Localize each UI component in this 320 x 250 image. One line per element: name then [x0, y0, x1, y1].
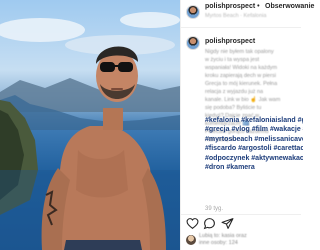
- share-icon[interactable]: [221, 217, 234, 230]
- separator-dot: •: [257, 3, 260, 10]
- heart-icon[interactable]: [186, 217, 199, 230]
- caption-line: kanale. Link w bio ☝ Jak wam: [205, 97, 281, 103]
- caption-line: Grecja to mój kierunek. Pełna: [205, 81, 278, 87]
- following-button[interactable]: Obserwowanie: [265, 3, 314, 10]
- photo-illustration: [0, 12, 180, 250]
- hashtag-line[interactable]: #fiscardo #argostoli #carettacaretta: [205, 144, 303, 153]
- post-side-panel: polishprospect • Obserwowanie Myrtos Bea…: [180, 0, 314, 250]
- caption-line: Nigdy nie byłem tak opalony: [205, 49, 274, 55]
- caption-line: wspaniała! Widoki na każdym: [205, 65, 278, 71]
- location-link[interactable]: Myrtos Beach · Kefalonia: [205, 13, 266, 19]
- hashtag-line[interactable]: #grecja #vlog #film #wakacje #w: [205, 125, 303, 134]
- caption-username[interactable]: polishprospect: [205, 38, 255, 45]
- caption-line: się podoba? Byliście tu: [205, 105, 262, 111]
- post-photo[interactable]: [0, 0, 180, 250]
- likes-line-2: inne osoby: 124: [199, 240, 238, 246]
- hashtag-line[interactable]: #dron #kamera: [205, 163, 303, 172]
- likes-avatar[interactable]: [186, 235, 196, 245]
- post-timestamp[interactable]: 39 tyg.: [205, 206, 223, 212]
- comment-icon[interactable]: [203, 217, 216, 230]
- caption-avatar[interactable]: [186, 36, 200, 50]
- avatar[interactable]: [186, 5, 200, 19]
- likes-line-1: Lubią to: kasia oraz: [199, 233, 247, 239]
- likes-summary[interactable]: Lubią to: kasia oraz inne osoby: 124: [199, 233, 247, 247]
- hashtag-line[interactable]: #myrtosbeach #melissanicave #a: [205, 135, 303, 144]
- hashtag-list: #kefalonia #kefaloniaisland #greece#grec…: [205, 116, 303, 172]
- caption-line: kroku zapierają dech w piersi: [205, 73, 276, 79]
- hashtag-line[interactable]: #kefalonia #kefaloniaisland #greece: [205, 116, 303, 125]
- username-link[interactable]: polishprospect: [205, 3, 255, 10]
- post-header: polishprospect • Obserwowanie Myrtos Bea…: [181, 0, 314, 28]
- hashtag-line[interactable]: #odpoczynek #aktywnewakacje: [205, 154, 303, 163]
- caption-line: w życiu i ta wyspa jest: [205, 57, 260, 63]
- action-bar: Lubią to: kasia oraz inne osoby: 124: [181, 214, 301, 250]
- header-username[interactable]: polishprospect •: [205, 3, 260, 10]
- caption-line: relacja z wyjazdu już na: [205, 89, 264, 95]
